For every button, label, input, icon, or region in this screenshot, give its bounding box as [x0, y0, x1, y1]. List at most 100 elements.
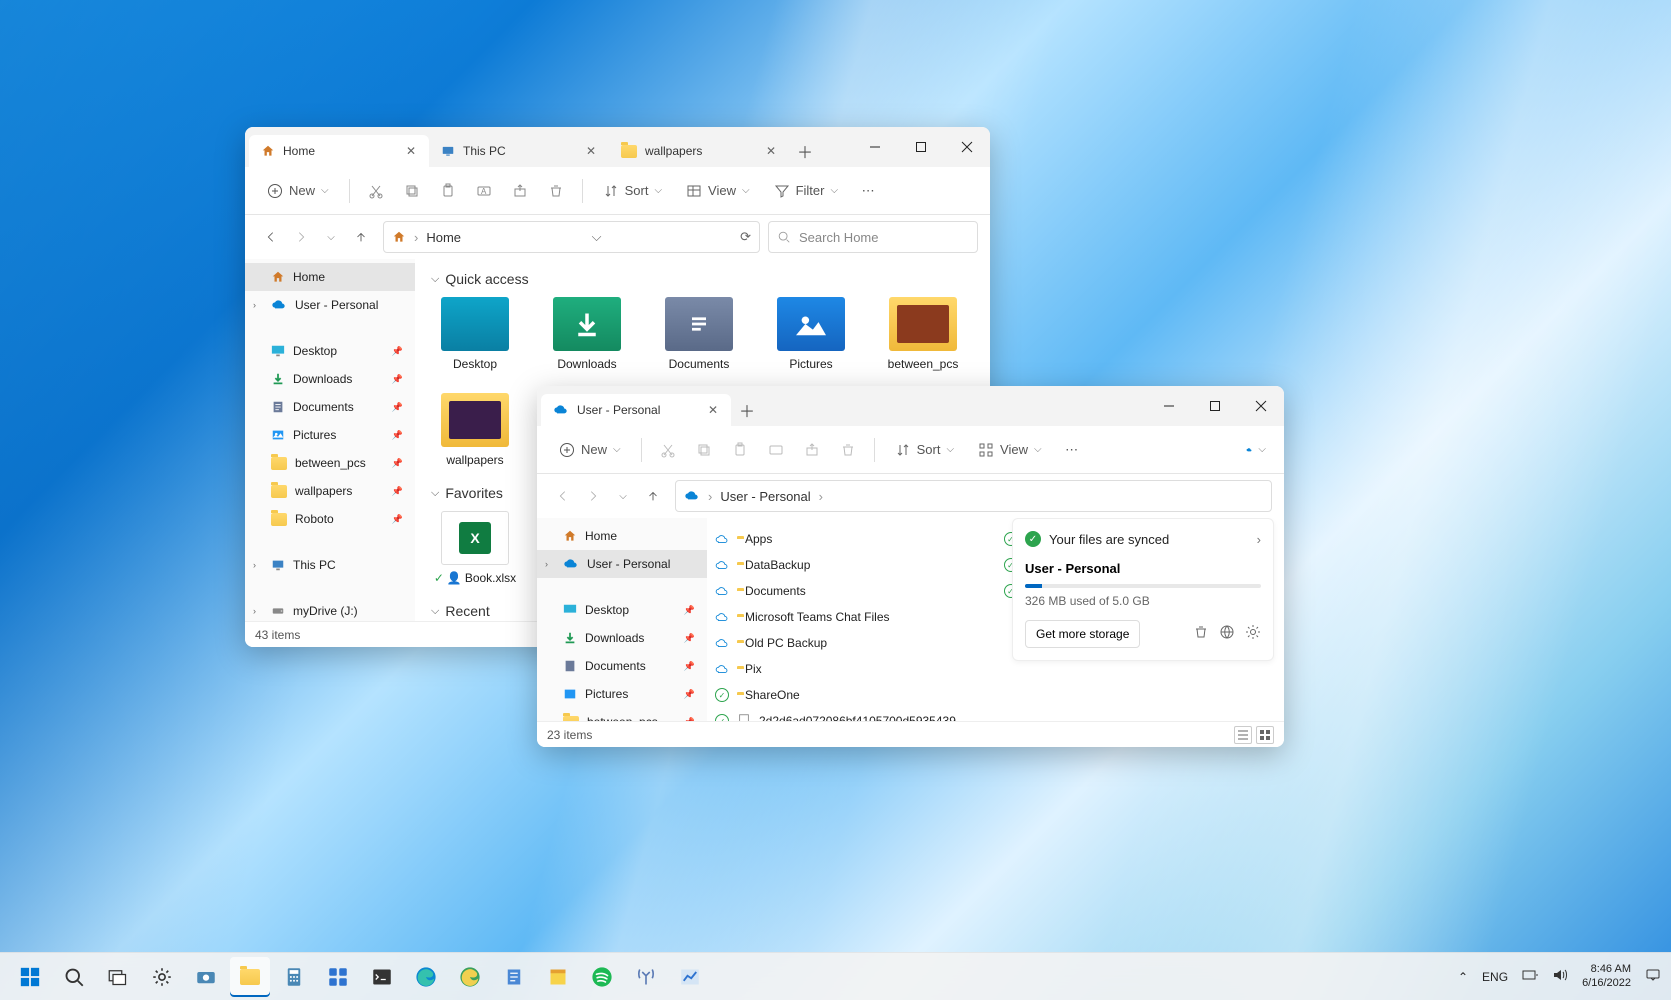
get-more-storage-button[interactable]: Get more storage [1025, 620, 1140, 648]
task-view-button[interactable] [98, 957, 138, 997]
edge-app[interactable] [406, 957, 446, 997]
file-item[interactable]: Documents [715, 578, 988, 604]
notepad-app[interactable] [494, 957, 534, 997]
chevron-right-icon[interactable]: › [545, 559, 548, 569]
tab-close-icon[interactable]: ✕ [583, 144, 599, 158]
onedrive-status-button[interactable]: ⌵ [1240, 436, 1272, 464]
cut-button[interactable] [360, 177, 392, 205]
forward-button[interactable] [579, 482, 607, 510]
widgets-app[interactable] [318, 957, 358, 997]
chevron-right-icon[interactable]: › [253, 300, 256, 310]
tab-close-icon[interactable]: ✕ [763, 144, 779, 158]
antenna-app[interactable] [626, 957, 666, 997]
file-item[interactable]: DataBackup [715, 552, 988, 578]
tile-betweenpcs[interactable]: between_pcs [879, 297, 967, 371]
sticky-notes-app[interactable] [538, 957, 578, 997]
clock[interactable]: 8:46 AM 6/16/2022 [1582, 963, 1631, 989]
share-button[interactable] [796, 436, 828, 464]
paste-button[interactable] [724, 436, 756, 464]
copy-button[interactable] [688, 436, 720, 464]
tab-user-personal[interactable]: User - Personal ✕ [541, 394, 731, 426]
file-item[interactable]: ✓ 2d2d6ad072086bf4105700d5935439... [715, 708, 988, 721]
file-item[interactable]: Apps [715, 526, 988, 552]
start-button[interactable] [10, 957, 50, 997]
delete-button[interactable] [540, 177, 572, 205]
file-item[interactable]: ✓ ShareOne [715, 682, 988, 708]
copy-button[interactable] [396, 177, 428, 205]
minimize-button[interactable] [1146, 386, 1192, 426]
cut-button[interactable] [652, 436, 684, 464]
maximize-button[interactable] [1192, 386, 1238, 426]
new-tab-button[interactable]: ＋ [731, 394, 763, 426]
back-button[interactable] [257, 223, 285, 251]
close-button[interactable] [1238, 386, 1284, 426]
sidebar-item-wallpapers[interactable]: wallpapers📌 [245, 477, 415, 505]
globe-icon[interactable] [1219, 624, 1235, 645]
spotify-app[interactable] [582, 957, 622, 997]
gear-icon[interactable] [1245, 624, 1261, 645]
file-item[interactable]: Microsoft Teams Chat Files [715, 604, 988, 630]
close-button[interactable] [944, 127, 990, 167]
paste-button[interactable] [432, 177, 464, 205]
sidebar-item-roboto[interactable]: Roboto📌 [245, 505, 415, 533]
sidebar-item-documents[interactable]: Documents📌 [537, 652, 707, 680]
share-button[interactable] [504, 177, 536, 205]
sidebar-item-desktop[interactable]: Desktop📌 [537, 596, 707, 624]
minimize-button[interactable] [852, 127, 898, 167]
sidebar-item-betweenpcs[interactable]: between_pcs📌 [245, 449, 415, 477]
sync-status-row[interactable]: ✓ Your files are synced › [1025, 531, 1261, 547]
tile-wallpapers[interactable]: wallpapers [431, 393, 519, 467]
tray-chevron[interactable]: ⌃ [1458, 970, 1468, 984]
tab-close-icon[interactable]: ✕ [705, 403, 721, 417]
explorer-app[interactable] [230, 957, 270, 997]
tab-wallpapers[interactable]: wallpapers ✕ [609, 135, 789, 167]
network-icon[interactable] [1522, 967, 1538, 986]
camera-app[interactable] [186, 957, 226, 997]
rename-button[interactable]: A [468, 177, 500, 205]
filter-button[interactable]: Filter⌵ [764, 177, 848, 205]
view-button[interactable]: View⌵ [676, 177, 760, 205]
sidebar-item-documents[interactable]: Documents📌 [245, 393, 415, 421]
search-button[interactable] [54, 957, 94, 997]
sidebar-item-onedrive[interactable]: ›User - Personal [537, 550, 707, 578]
settings-button[interactable] [142, 957, 182, 997]
forward-button[interactable] [287, 223, 315, 251]
search-box[interactable]: Search Home [768, 221, 978, 253]
more-button[interactable]: ⋯ [1056, 436, 1088, 464]
tile-documents[interactable]: Documents [655, 297, 743, 371]
sort-button[interactable]: Sort⌵ [885, 436, 964, 464]
sort-button[interactable]: Sort⌵ [593, 177, 672, 205]
crumb-dropdown[interactable]: ⌵ [592, 229, 602, 245]
sidebar-item-thispc[interactable]: ›This PC [245, 551, 415, 579]
tab-close-icon[interactable]: ✕ [403, 144, 419, 158]
tab-thispc[interactable]: This PC ✕ [429, 135, 609, 167]
sidebar-item-onedrive[interactable]: › User - Personal [245, 291, 415, 319]
tile-book-xlsx[interactable]: X ✓👤Book.xlsx [431, 511, 519, 585]
new-button[interactable]: New⌵ [257, 177, 339, 205]
up-button[interactable] [347, 223, 375, 251]
calculator-app[interactable] [274, 957, 314, 997]
language-indicator[interactable]: ENG [1482, 970, 1508, 984]
volume-icon[interactable] [1552, 967, 1568, 986]
sidebar-item-home[interactable]: Home [245, 263, 415, 291]
new-tab-button[interactable]: ＋ [789, 135, 821, 167]
tab-home[interactable]: Home ✕ [249, 135, 429, 167]
sidebar-item-downloads[interactable]: Downloads📌 [537, 624, 707, 652]
details-view-toggle[interactable] [1234, 726, 1252, 744]
rename-button[interactable] [760, 436, 792, 464]
delete-button[interactable] [832, 436, 864, 464]
edge-dev-app[interactable] [450, 957, 490, 997]
recycle-bin-icon[interactable] [1193, 624, 1209, 645]
sidebar-item-desktop[interactable]: Desktop📌 [245, 337, 415, 365]
chevron-right-icon[interactable]: › [253, 560, 256, 570]
sidebar-item-home[interactable]: Home [537, 522, 707, 550]
breadcrumb[interactable]: › User - Personal › [675, 480, 1272, 512]
sidebar-item-pictures[interactable]: Pictures📌 [537, 680, 707, 708]
chevron-right-icon[interactable]: › [253, 606, 256, 616]
file-item[interactable]: Pix [715, 656, 988, 682]
file-item[interactable]: Old PC Backup [715, 630, 988, 656]
new-button[interactable]: New⌵ [549, 436, 631, 464]
section-quickaccess[interactable]: ⌵Quick access [431, 271, 974, 287]
breadcrumb[interactable]: › Home ⌵ ⟳ [383, 221, 760, 253]
maximize-button[interactable] [898, 127, 944, 167]
